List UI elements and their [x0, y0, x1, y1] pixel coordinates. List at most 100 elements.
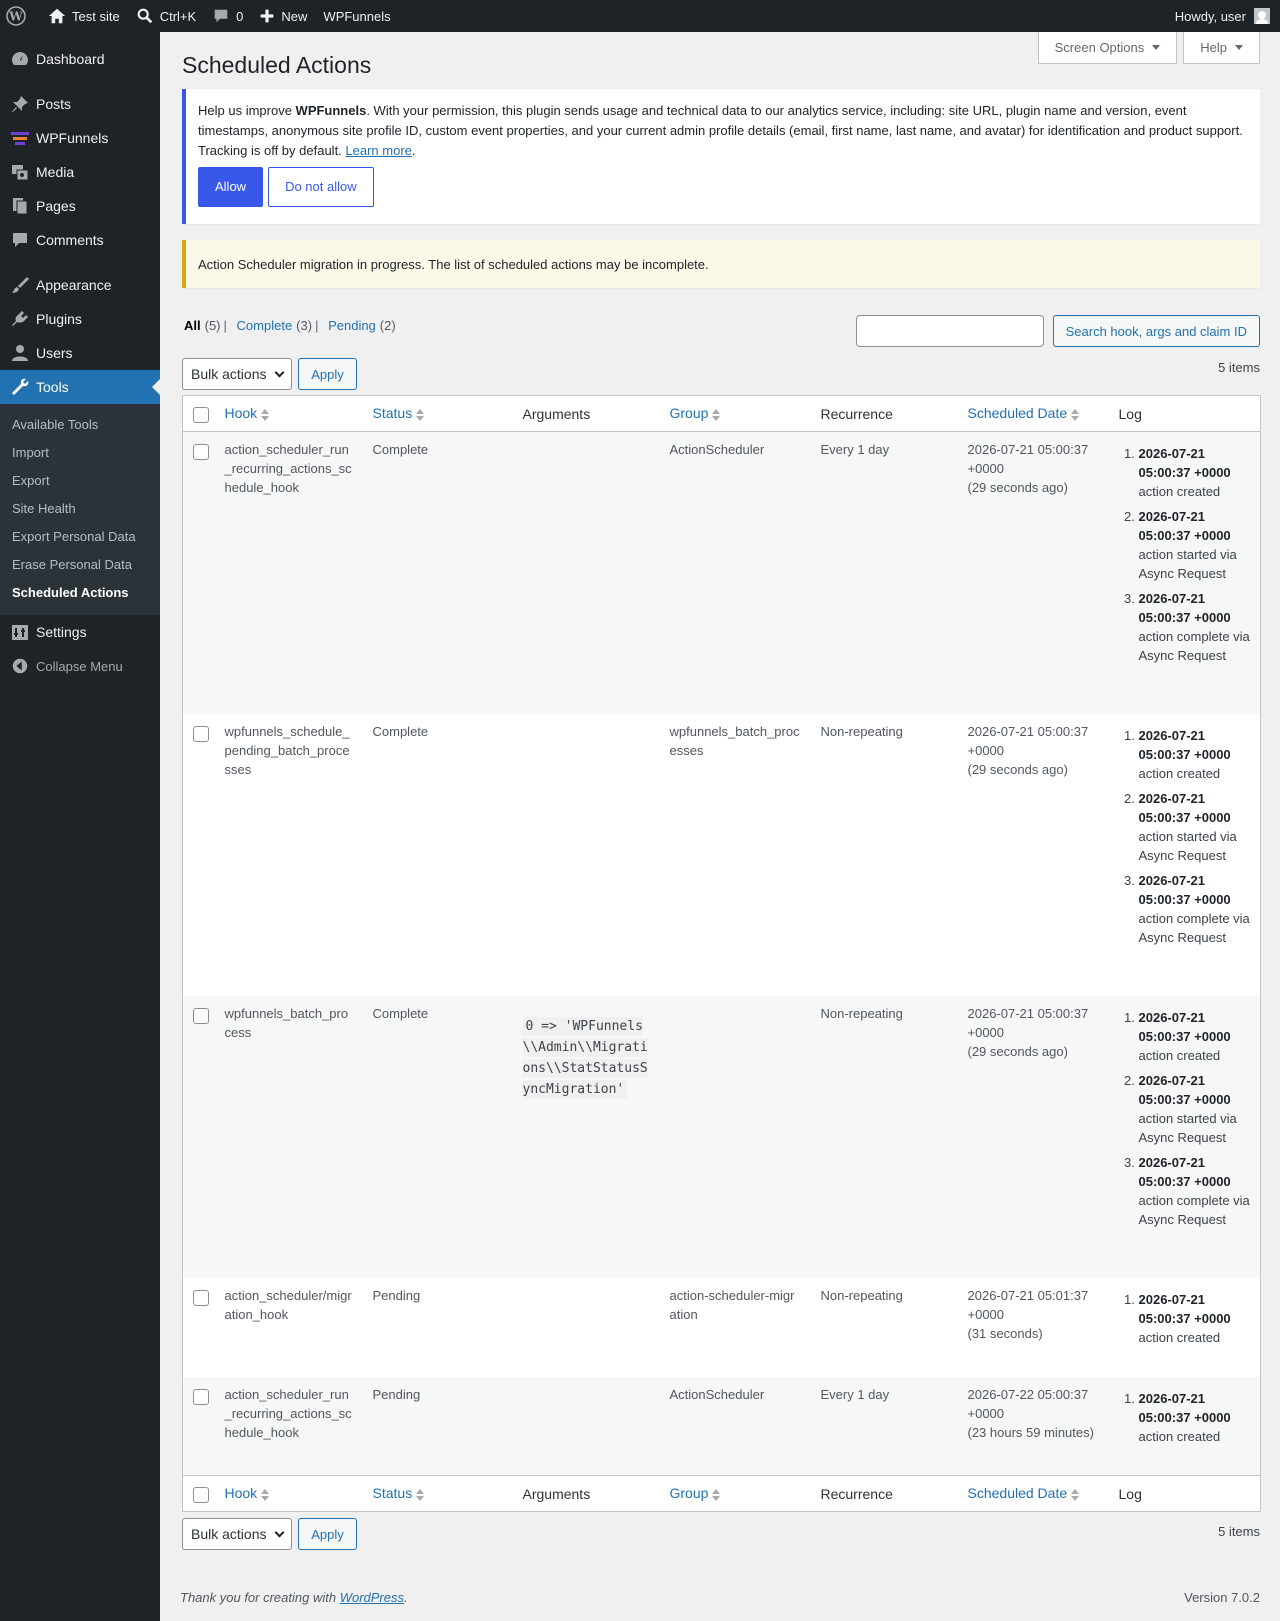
sidebar-item-dashboard[interactable]: Dashboard	[0, 42, 160, 76]
log-entry: 2026-07-21 05:00:37 +0000 action created	[1139, 726, 1251, 783]
submenu-erase-personal-data[interactable]: Erase Personal Data	[0, 551, 160, 579]
sidebar-item-label: Comments	[36, 232, 104, 248]
wpfunnels-adminbar-link[interactable]: WPFunnels	[315, 0, 398, 32]
filter-all-count: (5)	[204, 318, 221, 333]
cell-hook: wpfunnels_schedule_pending_batch_process…	[224, 723, 350, 777]
submenu-export[interactable]: Export	[0, 467, 160, 495]
apply-button[interactable]: Apply	[298, 358, 357, 390]
row-checkbox[interactable]	[193, 1388, 209, 1405]
submenu-available-tools[interactable]: Available Tools	[0, 411, 160, 439]
comment-bubble-icon	[214, 9, 228, 23]
sidebar-item-label: Appearance	[36, 277, 112, 293]
sidebar-item-pages[interactable]: Pages	[0, 189, 160, 223]
comment-icon	[10, 230, 30, 250]
sidebar-item-plugins[interactable]: Plugins	[0, 302, 160, 336]
chevron-down-icon	[274, 1527, 285, 1537]
sort-hook-link[interactable]: Hook	[225, 405, 258, 421]
sort-status-link[interactable]: Status	[373, 405, 413, 421]
help-button[interactable]: Help	[1183, 32, 1260, 64]
log-time: 2026-07-21 05:00:37 +0000	[1138, 1072, 1231, 1107]
dashboard-icon	[10, 49, 30, 69]
cell-hook: action_scheduler/migration_hook	[224, 1287, 352, 1322]
new-content-link[interactable]: New	[251, 0, 315, 32]
bulk-actions-select[interactable]: Bulk actions	[182, 1518, 292, 1550]
select-all-checkbox[interactable]	[193, 1487, 209, 1503]
sort-icon	[416, 1488, 425, 1502]
column-group[interactable]: Group	[659, 395, 811, 432]
sidebar-item-users[interactable]: Users	[0, 336, 160, 370]
sort-scheduled-date-link[interactable]: Scheduled Date	[968, 1485, 1068, 1501]
sort-status-link[interactable]: Status	[373, 1485, 413, 1501]
search-input[interactable]	[855, 315, 1044, 347]
allow-tracking-button[interactable]: Allow	[198, 167, 264, 207]
cell-scheduled-date: 2026-07-21 05:00:37 +0000 (29 seconds ago…	[958, 996, 1109, 1278]
comments-link[interactable]: 0	[204, 0, 251, 32]
cell-log: 2026-07-21 05:00:37 +0000action created2…	[1109, 432, 1261, 714]
wordpress-logo[interactable]: W	[0, 0, 40, 32]
row-checkbox[interactable]	[193, 1289, 209, 1306]
cell-log: 2026-07-21 05:00:37 +0000action created2…	[1109, 996, 1261, 1278]
collapse-menu-button[interactable]: Collapse Menu	[0, 649, 160, 683]
table-body: action_scheduler_run_recurring_actions_s…	[182, 431, 1261, 1476]
wordpress-logo-icon: W	[6, 6, 26, 26]
bulk-actions-select[interactable]: Bulk actions	[182, 358, 292, 390]
column-scheduled-date[interactable]: Scheduled Date	[957, 395, 1109, 432]
filter-separator: |	[315, 318, 319, 333]
log-entry: 2026-07-21 05:00:37 +0000action started …	[1139, 789, 1251, 865]
cell-log: 2026-07-21 05:00:37 +0000action created2…	[1109, 714, 1261, 996]
row-checkbox[interactable]	[193, 1007, 209, 1024]
submenu-site-health[interactable]: Site Health	[0, 495, 160, 523]
site-name-link[interactable]: Test site	[40, 0, 128, 32]
filter-complete[interactable]: Complete	[237, 318, 293, 333]
howdy-text: Howdy, user	[1174, 8, 1246, 24]
cell-log: 2026-07-21 05:00:37 +0000 action created	[1109, 1278, 1261, 1377]
column-status[interactable]: Status	[362, 395, 513, 432]
sidebar-item-media[interactable]: Media	[0, 155, 160, 189]
svg-text:W: W	[8, 10, 23, 24]
column-hook[interactable]: Hook	[214, 395, 363, 432]
submenu-import[interactable]: Import	[0, 439, 160, 467]
sidebar-item-label: Media	[36, 164, 75, 180]
cell-status: Pending	[372, 1287, 421, 1303]
plug-icon	[10, 309, 30, 329]
column-hook[interactable]: Hook	[214, 1475, 363, 1512]
sidebar-item-appearance[interactable]: Appearance	[0, 268, 160, 302]
log-list: 2026-07-21 05:00:37 +0000action created2…	[1119, 1008, 1251, 1229]
row-checkbox[interactable]	[193, 725, 209, 742]
sidebar-item-settings[interactable]: Settings	[0, 615, 160, 649]
sidebar-item-comments[interactable]: Comments	[0, 223, 160, 257]
column-group[interactable]: Group	[659, 1475, 811, 1512]
cell-arguments: 0 => 'WPFunnels\\Admin\\Migrations\\Stat…	[513, 996, 660, 1278]
my-account-menu[interactable]: Howdy, user	[1167, 0, 1280, 32]
sort-group-link[interactable]: Group	[670, 405, 709, 421]
log-time: 2026-07-21 05:00:37 +0000	[1138, 1154, 1231, 1189]
sidebar-item-wpfunnels[interactable]: WPFunnels	[0, 121, 160, 155]
filter-all[interactable]: All	[184, 318, 201, 333]
cell-group	[660, 996, 811, 1278]
log-time: 2026-07-21 05:00:37 +0000	[1138, 591, 1231, 625]
column-scheduled-date[interactable]: Scheduled Date	[957, 1475, 1109, 1512]
sort-scheduled-date-link[interactable]: Scheduled Date	[968, 405, 1068, 421]
column-status[interactable]: Status	[362, 1475, 513, 1512]
submenu-scheduled-actions[interactable]: Scheduled Actions	[0, 579, 160, 607]
log-time: 2026-07-21 05:00:37 +0000	[1138, 727, 1231, 762]
sort-hook-link[interactable]: Hook	[225, 1485, 258, 1501]
row-checkbox[interactable]	[193, 444, 209, 460]
screen-options-button[interactable]: Screen Options	[1037, 32, 1178, 64]
learn-more-link[interactable]: Learn more	[345, 143, 411, 158]
tracking-notice: Help us improve WPFunnels. With your per…	[182, 89, 1260, 224]
sort-group-link[interactable]: Group	[670, 1485, 709, 1501]
select-all-cell	[182, 1475, 215, 1512]
command-palette-button[interactable]: Ctrl+K	[128, 0, 204, 32]
submenu-export-personal-data[interactable]: Export Personal Data	[0, 523, 160, 551]
apply-button[interactable]: Apply	[298, 1518, 357, 1550]
sidebar-item-tools[interactable]: Tools	[0, 370, 160, 404]
home-icon	[48, 8, 66, 24]
filter-pending[interactable]: Pending	[328, 318, 376, 333]
scheduled-date: 2026-07-21 05:00:37 +0000	[967, 1005, 1089, 1040]
wordpress-link[interactable]: WordPress	[340, 1590, 404, 1605]
search-button[interactable]: Search hook, args and claim ID	[1052, 315, 1260, 347]
deny-tracking-button[interactable]: Do not allow	[268, 167, 374, 207]
sidebar-item-posts[interactable]: Posts	[0, 87, 160, 121]
select-all-checkbox[interactable]	[193, 407, 209, 423]
